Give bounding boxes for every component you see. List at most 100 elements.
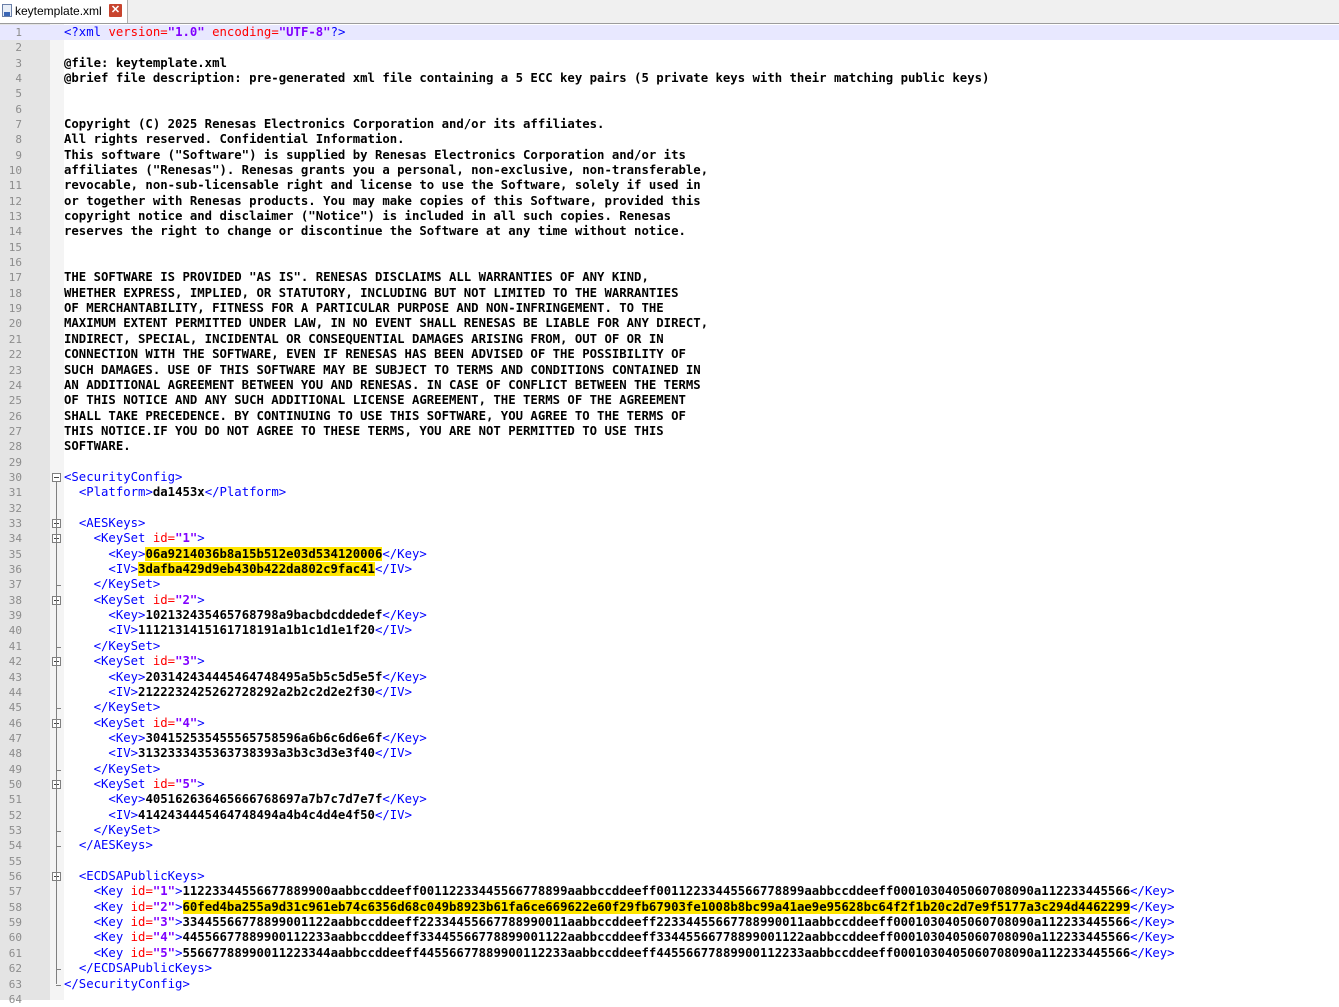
code-line[interactable]: 50 <KeySet id="5"> [0,777,1339,792]
code-line[interactable]: 63 </SecurityConfig> [0,977,1339,992]
code-text: OF THIS NOTICE AND ANY SUCH ADDITIONAL L… [64,393,686,408]
line-number: 58 [8,900,22,914]
code-line[interactable]: 2 [0,40,1339,55]
code-line[interactable]: 3 @file: keytemplate.xml [0,56,1339,71]
code-line[interactable]: 9 This software ("Software") is supplied … [0,148,1339,163]
code-line[interactable]: 26 SHALL TAKE PRECEDENCE. BY CONTINUING T… [0,409,1339,424]
code-line[interactable]: 62 </ECDSAPublicKeys> [0,961,1339,976]
code-line[interactable]: 8 All rights reserved. Confidential Infor… [0,132,1339,147]
code-line[interactable]: 31 <Platform>da1453x</Platform> [0,485,1339,500]
fold-toggle-icon[interactable] [52,472,61,482]
code-line[interactable]: 11 revocable, non-sub-licensable right an… [0,178,1339,193]
line-number: 1 [15,25,22,39]
code-line[interactable]: 64 [0,992,1339,1007]
code-line[interactable]: 53 </KeySet> [0,823,1339,838]
code-line[interactable]: 40 <IV>1112131415161718191a1b1c1d1e1f20<… [0,623,1339,638]
code-line[interactable]: 38 <KeySet id="2"> [0,593,1339,608]
code-line[interactable]: 13 copyright notice and disclaimer ("Noti… [0,209,1339,224]
line-number: 28 [8,440,22,454]
line-number: 20 [8,317,22,331]
tab-bar: keytemplate.xml ✕ [0,0,1339,24]
line-number: 17 [8,271,22,285]
code-text: copyright notice and disclaimer ("Notice… [64,209,672,223]
code-line[interactable]: 61 <Key id="5">55667788990011223344aabbc… [0,946,1339,961]
code-line[interactable]: 28 SOFTWARE. [0,439,1339,454]
code-line[interactable]: 46 <KeySet id="4"> [0,716,1339,731]
code-text: <SecurityConfig> [64,469,183,484]
code-line[interactable]: 44 <IV>2122232425262728292a2b2c2d2e2f30<… [0,685,1339,700]
code-line[interactable]: 35 <Key>06a9214036b8a15b512e03d534120006… [0,546,1339,562]
line-number: 47 [8,731,22,745]
code-line[interactable]: 41 </KeySet> [0,639,1339,654]
code-text: <IV>4142434445464748494a4b4c4d4e4f50</IV… [108,807,412,822]
code-text: <AESKeys> [78,516,146,530]
line-number: 21 [8,332,22,346]
line-number: 52 [8,808,22,822]
code-line[interactable]: 5 [0,86,1339,101]
code-line[interactable]: 36 <IV>3dafba429d9eb430b422da802c9fac41<… [0,562,1339,577]
code-line[interactable]: 33 <AESKeys> [0,516,1339,531]
line-number: 3 [15,56,22,70]
code-text: <IV>1112131415161718191a1b1c1d1e1f20</IV… [108,623,412,638]
code-line[interactable]: 43 <Key>203142434445464748495a5b5c5d5e5f… [0,670,1339,685]
code-line[interactable]: 17 THE SOFTWARE IS PROVIDED "AS IS". RENE… [0,270,1339,285]
code-text: THIS NOTICE.IF YOU DO NOT AGREE TO THESE… [64,423,664,438]
code-line[interactable]: 14 reserves the right to change or discon… [0,224,1339,239]
line-number: 53 [8,824,22,837]
code-line[interactable]: 45 </KeySet> [0,700,1339,715]
code-line[interactable]: 1 <?xml version="1.0" encoding="UTF-8"?> [0,24,1339,41]
code-line[interactable]: 30 <SecurityConfig> [0,470,1339,485]
line-number: 23 [8,363,22,377]
tab-keytemplate[interactable]: keytemplate.xml ✕ [0,0,128,23]
code-line[interactable]: 37 </KeySet> [0,577,1339,592]
code-line[interactable]: 12 or together with Renesas products. You… [0,194,1339,209]
code-line[interactable]: 15 [0,240,1339,255]
line-number: 46 [8,716,22,730]
code-line[interactable]: 42 <KeySet id="3"> [0,654,1339,669]
code-line[interactable]: 7 Copyright (C) 2025 Renesas Electronics … [0,117,1339,132]
code-line[interactable]: 55 [0,854,1339,869]
close-icon[interactable]: ✕ [109,4,122,17]
code-line[interactable]: 32 [0,501,1339,516]
line-number: 38 [8,593,22,607]
code-line[interactable]: 4 @brief file description: pre-generated … [0,71,1339,86]
code-editor[interactable]: 1 <?xml version="1.0" encoding="UTF-8"?> 2… [0,24,1339,1006]
line-number: 40 [8,624,22,638]
code-line[interactable]: 48 <IV>3132333435363738393a3b3c3d3e3f40<… [0,746,1339,761]
code-line[interactable]: 52 <IV>4142434445464748494a4b4c4d4e4f50<… [0,808,1339,823]
code-line[interactable]: 27 THIS NOTICE.IF YOU DO NOT AGREE TO THE… [0,424,1339,439]
code-line[interactable]: 56 <ECDSAPublicKeys> [0,869,1339,884]
code-line[interactable]: 16 [0,255,1339,270]
line-number: 10 [8,163,22,177]
code-line[interactable]: 25 OF THIS NOTICE AND ANY SUCH ADDITIONAL… [0,393,1339,408]
code-line[interactable]: 10 affiliates ("Renesas"). Renesas grants… [0,163,1339,178]
code-line[interactable]: 22 CONNECTION WITH THE SOFTWARE, EVEN IF … [0,347,1339,362]
code-line[interactable]: 21 INDIRECT, SPECIAL, INCIDENTAL OR CONSE… [0,332,1339,347]
code-line[interactable]: 19 OF MERCHANTABILITY, FITNESS FOR A PART… [0,301,1339,316]
code-line[interactable]: 60 <Key id="4">44556677889900112233aabbc… [0,930,1339,945]
code-line[interactable]: 59 <Key id="3">33445566778899001122aabbc… [0,915,1339,930]
line-number: 45 [8,701,22,715]
code-line[interactable]: 54 </AESKeys> [0,838,1339,853]
code-line[interactable]: 18 WHETHER EXPRESS, IMPLIED, OR STATUTORY… [0,286,1339,301]
code-line[interactable]: 34 <KeySet id="1"> [0,531,1339,546]
code-line[interactable]: 39 <Key>102132435465768798a9bacbdcddedef… [0,608,1339,623]
line-number: 15 [8,240,22,254]
code-line[interactable]: 57 <Key id="1">11223344556677889900aabbc… [0,884,1339,899]
code-text: OF MERCHANTABILITY, FITNESS FOR A PARTIC… [64,301,664,316]
code-line[interactable]: 51 <Key>405162636465666768697a7b7c7d7e7f… [0,792,1339,807]
code-line[interactable]: 24 AN ADDITIONAL AGREEMENT BETWEEN YOU AN… [0,378,1339,393]
code-line[interactable]: 29 [0,455,1339,470]
line-number: 5 [15,87,22,101]
code-line[interactable]: 47 <Key>304152535455565758596a6b6c6d6e6f… [0,731,1339,746]
code-line[interactable]: 49 </KeySet> [0,762,1339,777]
code-text: <Key id="3">33445566778899001122aabbccdd… [93,915,1175,930]
code-text: <Key>405162636465666768697a7b7c7d7e7f</K… [108,792,427,807]
line-number: 51 [8,793,22,807]
code-line[interactable]: 23 SUCH DAMAGES. USE OF THIS SOFTWARE MAY… [0,363,1339,378]
line-number: 50 [8,777,22,791]
code-line[interactable]: 58 <Key id="2">60fed4ba255a9d31c961eb74c… [0,899,1339,915]
code-line[interactable]: 6 [0,102,1339,117]
code-text: </AESKeys> [78,838,153,853]
code-line[interactable]: 20 MAXIMUM EXTENT PERMITTED UNDER LAW, IN… [0,316,1339,331]
